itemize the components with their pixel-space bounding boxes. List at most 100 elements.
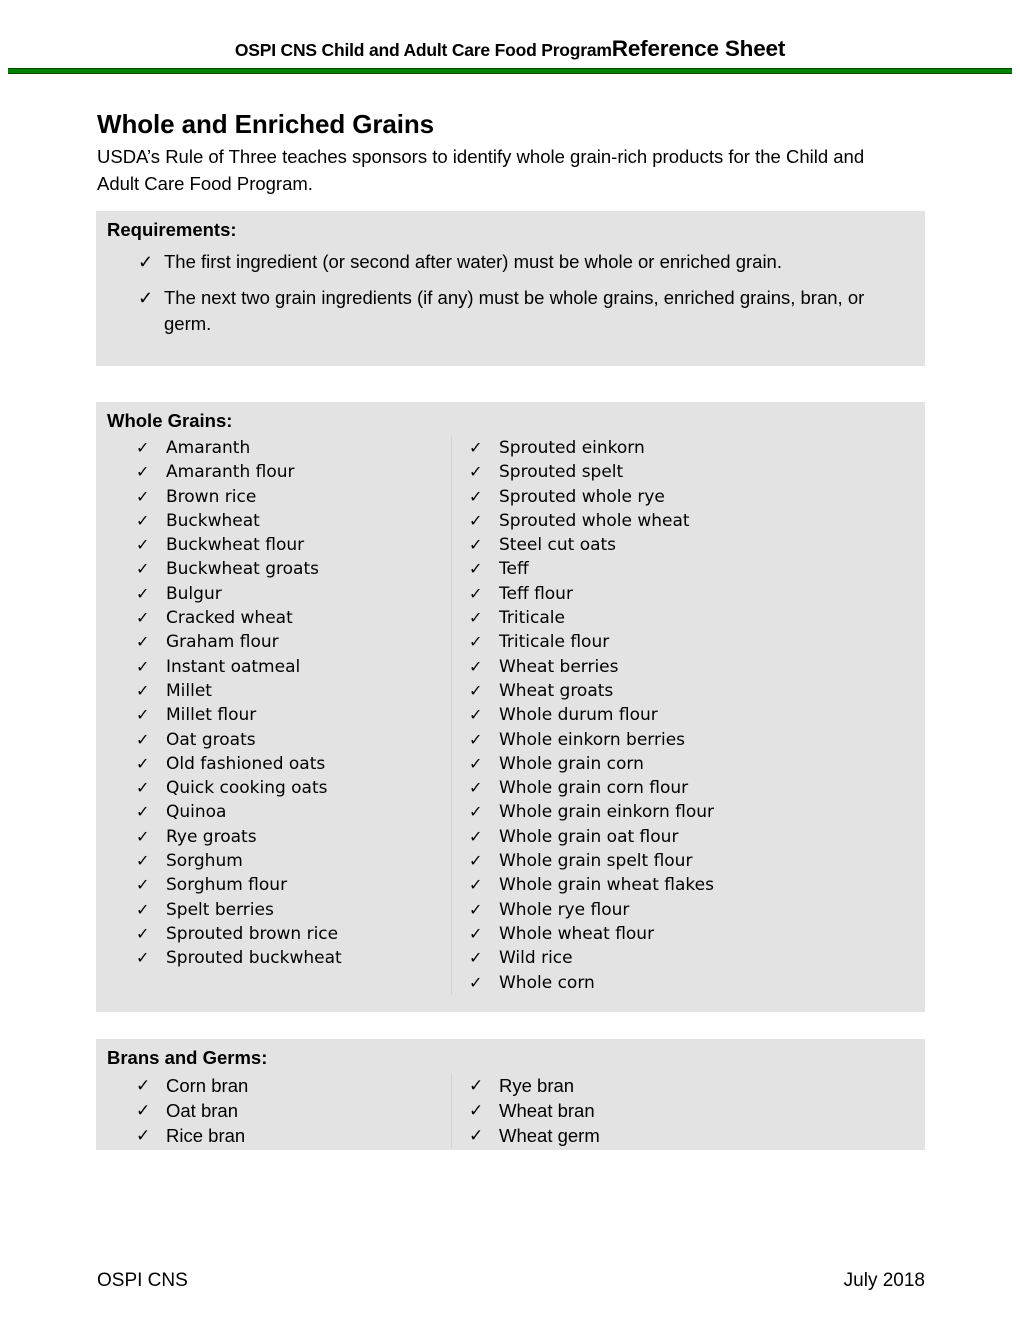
checkmark-icon: ✓ <box>469 583 483 603</box>
whole-grains-right-column: ✓ Sprouted einkorn ✓ Sprouted spelt ✓ Sproute… <box>451 436 925 995</box>
checkmark-icon: ✓ <box>136 1126 151 1145</box>
checkmark-icon: ✓ <box>136 486 150 506</box>
list-item: ✓ Whole einkorn berries <box>451 728 925 752</box>
list-item: ✓ Wheat germ <box>451 1123 925 1148</box>
list-item-label: Sprouted buckwheat <box>166 948 342 969</box>
requirements-heading: Requirements: <box>107 219 237 240</box>
list-item: ✓ Whole grain oat flour <box>451 825 925 849</box>
whole-grains-right-list: ✓ Sprouted einkorn ✓ Sprouted spelt ✓ Sproute… <box>451 436 925 995</box>
checkmark-icon: ✓ <box>136 705 150 725</box>
list-item: ✓ Quinoa <box>96 800 451 824</box>
list-item-label: Sprouted einkorn <box>499 438 645 458</box>
list-item: ✓ Buckwheat groats <box>96 557 451 581</box>
footer-date: July 2018 <box>843 1270 925 1291</box>
checkmark-icon: ✓ <box>469 462 483 482</box>
brans-and-germs-panel: Brans and Germs: ✓ Corn bran ✓ Oat bran ✓ Ric… <box>96 1039 925 1150</box>
list-item-label: Spelt berries <box>166 899 274 920</box>
list-item-label: Sorghum flour <box>166 875 288 896</box>
list-item-label: Whole grain spelt flour <box>499 851 693 872</box>
list-item: ✓ Rye groats <box>96 825 451 849</box>
list-item: ✓ Sprouted brown rice <box>96 922 451 946</box>
list-item: ✓ Wheat groats <box>451 679 925 703</box>
list-item: ✓ Steel cut oats <box>451 533 925 557</box>
checkmark-icon: ✓ <box>469 802 483 822</box>
checkmark-icon: ✓ <box>136 851 150 871</box>
checkmark-icon: ✓ <box>469 923 483 943</box>
list-item-label: Whole grain corn flour <box>499 778 689 799</box>
document-footer: OSPI CNS July 2018 <box>97 1270 925 1292</box>
checkmark-icon: ✓ <box>136 1101 151 1120</box>
list-item-label: Brown rice <box>166 486 257 507</box>
header-program-name: OSPI CNS Child and Adult Care Food Progr… <box>234 40 612 60</box>
list-item: ✓ Whole corn <box>451 971 925 995</box>
list-item-label: Sorghum <box>166 851 243 872</box>
list-item: ✓ Oat bran <box>96 1098 451 1123</box>
list-item: ✓ Sprouted buckwheat <box>96 946 451 970</box>
list-item: ✓ Whole wheat flour <box>451 922 925 946</box>
list-item: ✓ Teff flour <box>451 582 925 606</box>
checkmark-icon: ✓ <box>136 510 150 530</box>
checkmark-icon: ✓ <box>136 826 150 846</box>
list-item: ✓ Sorghum <box>96 849 451 873</box>
header-document-type: Reference Sheet <box>611 36 786 61</box>
brans-right-column: ✓ Rye bran ✓ Wheat bran ✓ Wheat germ <box>451 1073 925 1148</box>
whole-grains-panel: Whole Grains: ✓ Amaranth ✓ Amaranth flour ✓ B… <box>96 402 925 1012</box>
list-item: ✓ Oat groats <box>96 728 451 752</box>
list-item: ✓ Wheat bran <box>451 1098 925 1123</box>
page-title: Whole and Enriched Grains <box>97 109 434 139</box>
checkmark-icon: ✓ <box>469 753 483 773</box>
checkmark-icon: ✓ <box>136 948 150 968</box>
title-block: Whole and Enriched Grains USDA’s Rule of… <box>97 108 927 197</box>
list-item: ✓ Wild rice <box>451 946 925 970</box>
checkmark-icon: ✓ <box>469 948 483 968</box>
list-item-label: Graham flour <box>166 632 279 653</box>
list-item-label: Cracked wheat <box>166 608 293 629</box>
list-item: ✓ Whole grain wheat flakes <box>451 873 925 897</box>
list-item-label: Whole corn <box>499 972 595 993</box>
list-item-label: Sprouted whole wheat <box>499 510 690 531</box>
list-item: ✓ Instant oatmeal <box>96 655 451 679</box>
checkmark-icon: ✓ <box>469 1076 484 1095</box>
list-item-label: Teff <box>499 559 529 580</box>
list-item: ✓ Bulgur <box>96 582 451 606</box>
checkmark-icon: ✓ <box>469 875 483 895</box>
list-item: ✓ Whole grain corn <box>451 752 925 776</box>
list-item: ✓ Wheat berries <box>451 655 925 679</box>
requirements-panel: Requirements: ✓ The first ingredient (or… <box>96 211 925 366</box>
list-item-label: Oat bran <box>166 1100 238 1121</box>
checkmark-icon: ✓ <box>136 656 150 676</box>
list-item: ✓ Corn bran <box>96 1073 451 1098</box>
list-item-label: Sprouted spelt <box>499 462 624 483</box>
checkmark-icon: ✓ <box>469 680 483 700</box>
checkmark-icon: ✓ <box>469 778 483 798</box>
requirement-item: ✓ The next two grain ingredients (if any… <box>96 285 925 337</box>
list-item-label: Quick cooking oats <box>166 778 328 799</box>
checkmark-icon: ✓ <box>469 899 483 919</box>
list-item-label: Quinoa <box>166 802 227 823</box>
list-item: ✓ Cracked wheat <box>96 606 451 630</box>
checkmark-icon: ✓ <box>136 923 150 943</box>
checkmark-icon: ✓ <box>136 802 150 822</box>
checkmark-icon: ✓ <box>469 1101 484 1120</box>
list-item-label: Old fashioned oats <box>166 753 326 774</box>
list-item-label: Corn bran <box>166 1075 249 1096</box>
checkmark-icon: ✓ <box>469 510 483 530</box>
list-item: ✓ Amaranth flour <box>96 460 451 484</box>
list-item: ✓ Whole grain einkorn flour <box>451 800 925 824</box>
list-item: ✓ Spelt berries <box>96 898 451 922</box>
list-item-label: Millet flour <box>166 705 257 726</box>
brans-and-germs-heading: Brans and Germs: <box>107 1047 268 1068</box>
checkmark-icon: ✓ <box>136 559 150 579</box>
header-green-rule <box>8 68 1012 74</box>
list-item-label: Instant oatmeal <box>166 656 301 677</box>
brans-left-list: ✓ Corn bran ✓ Oat bran ✓ Rice bran <box>96 1073 451 1148</box>
checkmark-icon: ✓ <box>469 608 483 628</box>
list-item-label: Amaranth <box>166 438 251 458</box>
list-item-label: Teff flour <box>499 583 573 604</box>
whole-grains-left-list: ✓ Amaranth ✓ Amaranth flour ✓ Brown rice ✓ Buck… <box>96 436 451 971</box>
list-item: ✓ Whole rye flour <box>451 898 925 922</box>
list-item-label: Triticale <box>499 608 565 629</box>
footer-agency: OSPI CNS <box>97 1270 188 1291</box>
list-item: ✓ Millet <box>96 679 451 703</box>
list-item-label: Whole rye flour <box>499 899 630 920</box>
